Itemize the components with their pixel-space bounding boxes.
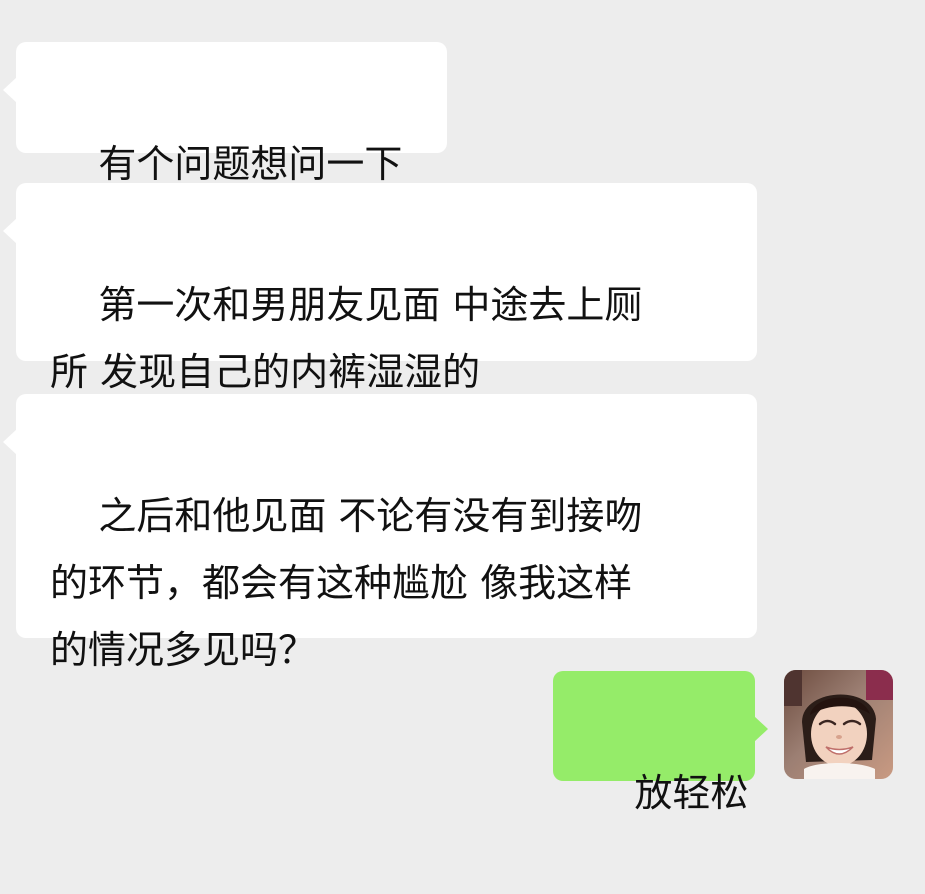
message-text: 之后和他见面 不论有没有到接吻 的环节，都会有这种尴尬 像我这样 的情况多见吗？ xyxy=(50,494,643,672)
outgoing-message-1[interactable]: 放轻松 xyxy=(553,671,768,815)
incoming-message-3[interactable]: 之后和他见面 不论有没有到接吻 的环节，都会有这种尴尬 像我这样 的情况多见吗？ xyxy=(3,394,757,672)
self-avatar-icon[interactable] xyxy=(784,670,893,779)
incoming-message-2[interactable]: 第一次和男朋友见面 中途去上厕 所 发现自己的内裤湿湿的 xyxy=(3,183,757,394)
message-text: 第一次和男朋友见面 中途去上厕 所 发现自己的内裤湿湿的 xyxy=(50,283,643,394)
child-portrait-icon xyxy=(784,670,893,779)
incoming-message-1[interactable]: 有个问题想问一下 xyxy=(3,42,447,186)
message-text: 放轻松 xyxy=(634,771,749,815)
message-text: 有个问题想问一下 xyxy=(98,142,403,186)
